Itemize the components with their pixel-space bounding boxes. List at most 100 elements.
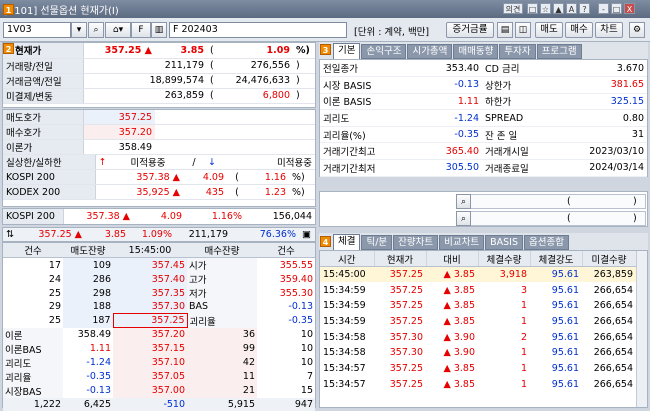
volume-label: 거래량/전일 xyxy=(3,58,84,74)
arrange-icon[interactable]: ▣ xyxy=(299,228,315,241)
help-icon[interactable]: ? xyxy=(579,3,590,14)
up-icon[interactable]: ▲ xyxy=(553,3,564,14)
open-interest-row: 미결제/변동 263,859 ( 6,800 ) xyxy=(3,88,315,104)
ask-row[interactable]: 24 286 357.40 고가 359.40 xyxy=(3,272,315,286)
tick-scrollbar[interactable] xyxy=(636,251,647,407)
settings-icon[interactable]: ⚙ xyxy=(629,22,645,38)
tick-row[interactable]: 15:34:59 357.25 ▲ 3.85 3 95.61 266,654 xyxy=(320,282,636,298)
tick-row[interactable]: 15:34:59 357.25 ▲ 3.85 1 95.61 266,654 xyxy=(320,314,636,330)
info-value: 305.50 xyxy=(408,159,482,177)
minimize-icon[interactable]: - xyxy=(598,3,609,14)
search-icon[interactable]: ⌕ xyxy=(456,194,471,209)
upper-limit-status: 미적용중 xyxy=(113,155,183,171)
info-value: 1.11 xyxy=(408,93,482,111)
expand-icon[interactable]: ⇅ xyxy=(3,228,17,241)
ask-row[interactable]: 25 187 357.25 괴리율 -0.35 xyxy=(3,313,315,329)
tick-row[interactable]: 15:34:58 357.30 ▲ 3.90 2 95.61 266,654 xyxy=(320,329,636,345)
related-row-1[interactable]: ⌕ ( ) xyxy=(456,194,646,209)
ask-price[interactable]: 357.25 xyxy=(112,313,188,329)
tab-info-3[interactable]: 매매동향 xyxy=(453,44,499,59)
type-select[interactable]: F xyxy=(131,22,151,38)
margin-rate-button[interactable]: 증거금률 xyxy=(446,22,494,38)
copy-icon[interactable]: ▤ xyxy=(497,22,513,38)
ask-count: 25 xyxy=(48,287,62,299)
bid-row[interactable]: 시장BAS -0.13 357.00 21 15 xyxy=(3,383,315,398)
tick-row[interactable]: 15:34:58 357.30 ▲ 3.90 1 95.61 266,654 xyxy=(320,345,636,361)
tick-change: ▲ 3.85 xyxy=(443,316,475,328)
box-icon[interactable]: □ xyxy=(527,3,538,14)
link-icon[interactable]: ◫ xyxy=(515,22,531,38)
tab-trade-1[interactable]: 틱/분 xyxy=(361,235,393,250)
search-icon[interactable]: ⌕ xyxy=(88,22,104,38)
bid-price-value: 357.20 xyxy=(83,124,155,141)
bid-price[interactable]: 357.05 xyxy=(113,369,188,384)
ask-quantity: 286 xyxy=(63,272,114,286)
history-icon[interactable]: ⌂▾ xyxy=(105,22,131,38)
ask-price[interactable]: 357.35 xyxy=(113,286,188,300)
ask-price[interactable]: 357.40 xyxy=(113,272,188,286)
opinion-button[interactable]: 의견 xyxy=(503,3,523,14)
maximize-icon[interactable]: □ xyxy=(611,3,622,14)
tick-row[interactable]: 15:34:57 357.25 ▲ 3.85 1 95.61 266,654 xyxy=(320,361,636,377)
code-name-input[interactable]: F 202403 xyxy=(169,22,347,38)
tick-header: 시간 현재가 대비 체결수량 체결강도 미결수량 xyxy=(320,251,637,268)
tab-info-0[interactable]: 기본 xyxy=(333,43,361,59)
font-icon[interactable]: A xyxy=(566,3,577,14)
tick-quantity: 3,918 xyxy=(478,266,530,283)
bid-row[interactable]: 이론BAS 1.11 357.15 99 10 xyxy=(3,341,315,356)
bid-row[interactable]: 괴리율 -0.35 357.05 11 7 xyxy=(3,369,315,384)
buy-button[interactable]: 매수 xyxy=(565,22,593,38)
tab-trade-5[interactable]: 옵션종합 xyxy=(524,235,569,250)
info-label: 상한가 xyxy=(482,76,564,94)
related-row-2[interactable]: ⌕ ( ) xyxy=(456,211,646,226)
close-icon[interactable]: X xyxy=(624,3,635,14)
open-interest-value: 263,859 xyxy=(83,88,207,104)
code-input[interactable]: 1V03 xyxy=(3,22,71,38)
bid-price[interactable]: 357.10 xyxy=(113,355,188,370)
kodex-index-change: 435 xyxy=(183,184,227,200)
tick-row[interactable]: 15:45:00 357.25 ▲ 3.85 3,918 95.61 263,859 xyxy=(320,266,636,283)
info-row: 거래기간최고 365.40 거래개시일 2023/03/10 xyxy=(320,142,647,161)
chart-icon[interactable]: ▥ xyxy=(151,22,167,38)
tick-row[interactable]: 15:34:59 357.25 ▲ 3.85 1 95.61 266,654 xyxy=(320,298,636,314)
tab-info-1[interactable]: 손익구조 xyxy=(361,44,407,59)
ask-quantity: 109 xyxy=(63,257,114,272)
info-label: 괴리도 xyxy=(320,109,408,127)
bid-price[interactable]: 357.15 xyxy=(113,341,188,356)
tab-trade-3[interactable]: 비교차트 xyxy=(439,235,485,250)
bid-price[interactable]: 357.00 xyxy=(113,383,188,398)
bid-row[interactable]: 괴리도 -1.24 357.10 42 10 xyxy=(3,355,315,370)
tick-price: 357.25 xyxy=(389,363,423,375)
tab-trade-2[interactable]: 잔량차트 xyxy=(393,235,439,250)
ask-price[interactable]: 357.45 xyxy=(113,257,188,272)
ask-row[interactable]: 25 298 357.35 저가 355.30 xyxy=(3,286,315,300)
bid-row[interactable]: 이론 358.49 357.20 36 10 xyxy=(3,327,315,342)
tab-info-5[interactable]: 프로그램 xyxy=(536,44,582,59)
ask-quantity: 187 xyxy=(63,313,114,328)
tab-trade-0[interactable]: 체결 xyxy=(333,234,361,250)
tick-column-header: 체결수량 xyxy=(478,251,531,268)
tab-info-4[interactable]: 투자자 xyxy=(499,44,536,59)
order-book-totals: 1,222 6,425 -510 5,915 947 xyxy=(3,397,316,411)
sell-button[interactable]: 매도 xyxy=(535,22,563,38)
dropdown-icon[interactable]: ▾ xyxy=(71,22,87,38)
info-label: SPREAD xyxy=(482,109,564,127)
theory-price-label: 이론가 xyxy=(3,139,84,156)
ask-row[interactable]: 17 109 357.45 시가 355.55 xyxy=(3,257,315,272)
tick-time: 15:34:59 xyxy=(323,300,366,312)
ask-price[interactable]: 357.30 xyxy=(113,300,188,314)
chart-button[interactable]: 차트 xyxy=(595,22,623,38)
tick-open-interest: 266,654 xyxy=(593,378,633,390)
star-icon[interactable]: ☆ xyxy=(540,3,551,14)
tick-row[interactable]: 15:34:57 357.25 ▲ 3.85 1 95.61 266,654 xyxy=(320,377,636,393)
tab-info-2[interactable]: 시가총액 xyxy=(407,44,453,59)
bid-count: 10 xyxy=(300,329,314,341)
tab-trade-4[interactable]: BASIS xyxy=(485,235,523,250)
bid-info-label: 이론BAS xyxy=(3,341,64,356)
search-icon[interactable]: ⌕ xyxy=(456,211,471,226)
bid-count: 15 xyxy=(300,385,314,397)
info-label: 시장 BASIS xyxy=(320,76,408,94)
bid-price[interactable]: 357.20 xyxy=(113,327,188,342)
ask-row[interactable]: 29 188 357.30 BAS -0.13 xyxy=(3,300,315,314)
window-title: [5101] 선물옵션 현재가(I) xyxy=(4,5,119,17)
